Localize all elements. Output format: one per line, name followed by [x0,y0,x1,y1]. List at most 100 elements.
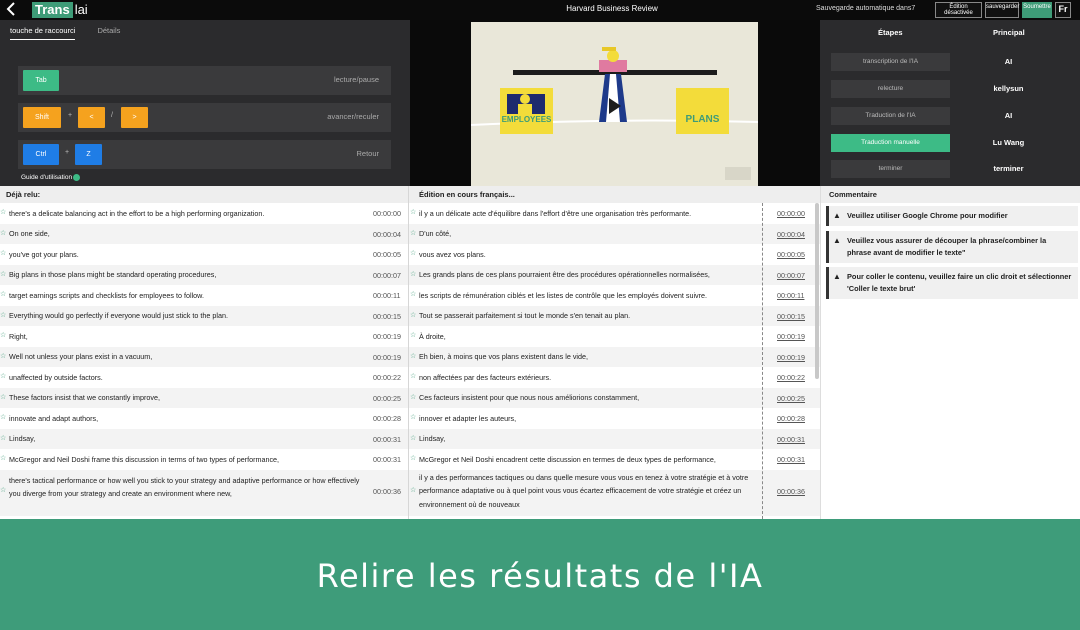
translation-text[interactable]: vous avez vos plans. [419,248,774,262]
translation-timestamp[interactable]: 00:00:00 [777,209,805,218]
translation-timestamp[interactable]: 00:00:15 [777,312,805,321]
video-player[interactable]: EMPLOYEES PLANS [410,20,820,186]
star-icon[interactable]: ☆ [0,393,6,401]
table-row[interactable]: ☆ there's a delicate balancing act in the… [0,203,820,224]
star-icon[interactable]: ☆ [410,229,416,237]
plus-separator: + [68,112,73,119]
table-row[interactable]: ☆ Well not unless your plans exist in a v… [0,346,820,367]
table-row[interactable]: ☆ innovate and adapt authors, 00:00:28 ☆ inn… [0,408,820,429]
star-icon[interactable]: ☆ [0,413,6,421]
star-icon[interactable]: ☆ [410,311,416,319]
step-finish[interactable]: terminer [831,160,950,178]
star-icon[interactable]: ☆ [410,270,416,278]
source-timestamp: 00:00:04 [373,229,401,239]
translation-text[interactable]: Ces facteurs insistent pour que nous nou… [419,391,774,405]
star-icon[interactable]: ☆ [410,393,416,401]
star-icon[interactable]: ☆ [410,208,416,216]
save-button[interactable]: sauvegarder [985,2,1019,18]
table-row[interactable]: ☆ target earnings scripts and checklists … [0,285,820,306]
star-icon[interactable]: ☆ [0,270,6,278]
language-button[interactable]: Fr [1055,2,1071,18]
table-row[interactable]: ☆ there's tactical performance or how wel… [0,469,820,516]
star-icon[interactable]: ☆ [0,454,6,462]
star-icon[interactable]: ☆ [410,331,416,339]
translation-text[interactable]: À droite, [419,330,774,344]
submit-button[interactable]: Soumettre [1022,2,1052,18]
star-icon[interactable]: ☆ [410,290,416,298]
translation-timestamp[interactable]: 00:00:22 [777,373,805,382]
translation-text[interactable]: Eh bien, à moins que vos plans existent … [419,350,774,364]
table-row[interactable]: ☆ On one side, 00:00:04 ☆ D'un côté, 00:00:04 [0,223,820,244]
table-row[interactable]: ☆ Everything would go perfectly if everyo… [0,305,820,326]
translation-text[interactable]: Les grands plans de ces plans pourraient… [419,268,774,282]
translation-text[interactable]: non affectées par des facteurs extérieur… [419,371,774,385]
key-z: Z [75,144,102,165]
guide-dot-icon [73,174,81,181]
key-tab: Tab [23,70,59,91]
translation-text[interactable]: Tout se passerait parfaitement si tout l… [419,309,774,323]
table-row[interactable]: ☆ Lindsay, 00:00:31 ☆ Lindsay, 00:00:31 [0,428,820,449]
star-icon[interactable]: ☆ [0,352,6,360]
table-row[interactable]: ☆ Right, 00:00:19 ☆ À droite, 00:00:19 [0,326,820,347]
tab-details[interactable]: Détails [97,26,120,40]
star-icon[interactable]: ☆ [410,413,416,421]
translation-timestamp[interactable]: 00:00:28 [777,414,805,423]
warning-icon: ▲ [833,272,841,281]
star-icon[interactable]: ☆ [410,372,416,380]
translation-text[interactable]: Lindsay, [419,432,774,446]
step-ai-translation[interactable]: Traduction de l'IA [831,107,950,125]
star-icon[interactable]: ☆ [0,486,6,494]
source-text: Right, [9,331,28,341]
translation-timestamp[interactable]: 00:00:25 [777,394,805,403]
star-icon[interactable]: ☆ [410,486,416,494]
step-manual-translation[interactable]: Traduction manuelle [831,134,950,152]
principal-header: Principal [993,28,1025,37]
star-icon[interactable]: ☆ [0,290,6,298]
star-icon[interactable]: ☆ [410,249,416,257]
translation-timestamp[interactable]: 00:00:05 [777,250,805,259]
edit-disabled-button[interactable]: Édition désactivée [935,2,982,18]
table-row[interactable]: ☆ McGregor and Neil Doshi frame this disc… [0,449,820,470]
table-row[interactable]: ☆ you've got your plans. 00:00:05 ☆ vous ave… [0,244,820,265]
usage-guide-link[interactable]: Guide d'utilisation [21,174,81,181]
source-text: Well not unless your plans exist in a va… [9,352,153,361]
star-icon[interactable]: ☆ [0,208,6,216]
step-ai-transcription[interactable]: transcription de l'IA [831,53,950,71]
table-row[interactable]: ☆ These factors insist that we constantly… [0,387,820,408]
step-owner: Lu Wang [992,138,1025,147]
translation-timestamp[interactable]: 00:00:19 [777,353,805,362]
translation-timestamp[interactable]: 00:00:36 [777,487,805,496]
star-icon[interactable]: ☆ [0,331,6,339]
source-text: On one side, [9,229,50,238]
star-icon[interactable]: ☆ [410,454,416,462]
translation-timestamp[interactable]: 00:00:11 [777,291,804,300]
proofread-column-header: Déjà relu: [0,186,408,203]
star-icon[interactable]: ☆ [0,434,6,442]
translation-text[interactable]: D'un côté, [419,227,774,241]
top-bar: Trans lai Harvard Business Review Sauveg… [0,0,1080,20]
table-row[interactable]: ☆ Big plans in those plans might be stand… [0,264,820,285]
table-row[interactable]: ☆ unaffected by outside factors. 00:00:22 ☆… [0,367,820,388]
star-icon[interactable]: ☆ [0,372,6,380]
translation-timestamp[interactable]: 00:00:19 [777,332,805,341]
translation-text[interactable]: il y a un délicate acte d'équilibre dans… [419,207,774,221]
translation-text[interactable]: innover et adapter les auteurs, [419,412,774,426]
translation-timestamp[interactable]: 00:00:04 [777,230,805,239]
translation-text[interactable]: les scripts de rémunération ciblés et le… [419,289,774,303]
star-icon[interactable]: ☆ [410,352,416,360]
video-illustration [470,47,759,180]
translation-timestamp[interactable]: 00:00:31 [777,435,805,444]
tab-shortcuts[interactable]: touche de raccourci [10,26,76,40]
step-proofreading[interactable]: relecture [831,80,950,98]
translation-timestamp[interactable]: 00:00:07 [777,271,805,280]
star-icon[interactable]: ☆ [410,434,416,442]
star-icon[interactable]: ☆ [0,249,6,257]
video-frame[interactable]: EMPLOYEES PLANS [470,22,759,186]
editing-column-header: Édition en cours français... [409,186,820,203]
star-icon[interactable]: ☆ [0,311,6,319]
star-icon[interactable]: ☆ [0,229,6,237]
table-scrollbar[interactable] [815,203,819,379]
translation-text[interactable]: il y a des performances tactiques ou dan… [419,471,774,512]
translation-timestamp[interactable]: 00:00:31 [777,455,805,464]
translation-text[interactable]: McGregor et Neil Doshi encadrent cette d… [419,453,774,467]
